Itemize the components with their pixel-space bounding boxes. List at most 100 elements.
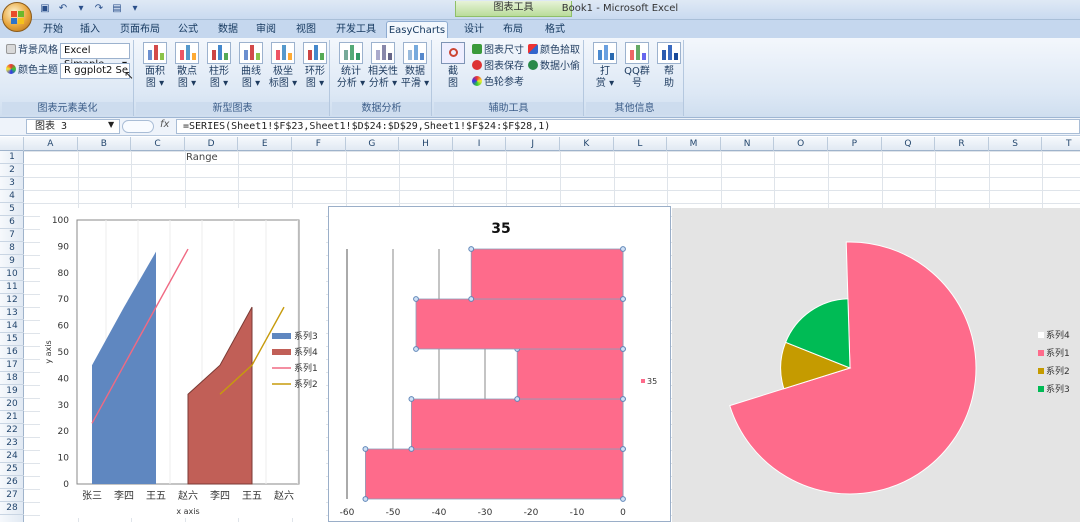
column-header[interactable]: G — [346, 137, 400, 151]
row-header[interactable]: 16 — [0, 346, 24, 359]
selection-handle[interactable] — [413, 296, 419, 302]
column-header[interactable]: I — [453, 137, 507, 151]
column-header[interactable]: N — [721, 137, 775, 151]
column-header[interactable]: F — [292, 137, 346, 151]
tab-7[interactable]: 开发工具 — [330, 21, 382, 38]
row-header[interactable]: 15 — [0, 333, 24, 346]
formula-bar-toggle[interactable] — [122, 120, 154, 133]
area-line-chart[interactable]: 0 10 20 30 40 50 60 70 80 90 100 张三 李四 王五 赵六 李四 王五 赵六 x ax… — [40, 208, 326, 518]
row-header[interactable]: 9 — [0, 255, 24, 268]
tab-3[interactable]: 公式 — [170, 21, 206, 38]
selection-handle[interactable] — [514, 396, 521, 402]
selection-handle[interactable] — [620, 446, 626, 452]
selection-handle[interactable] — [620, 496, 626, 502]
row-header[interactable]: 5 — [0, 203, 24, 216]
row-header[interactable]: 19 — [0, 385, 24, 398]
row-header[interactable]: 14 — [0, 320, 24, 333]
g5-button-0[interactable]: 打赏 ▾ — [590, 42, 620, 90]
name-box[interactable]: 图表 3 — [26, 119, 120, 134]
pie-slice-系列1[interactable] — [729, 241, 977, 495]
row-header[interactable]: 6 — [0, 216, 24, 229]
chart-size-button[interactable]: 图表尺寸 — [472, 44, 524, 58]
row-header[interactable]: 21 — [0, 411, 24, 424]
g5-button-1[interactable]: QQ群号 — [622, 42, 652, 90]
color-wheel-button[interactable]: 色轮参考 — [472, 76, 524, 90]
row-header[interactable]: 26 — [0, 476, 24, 489]
row-header[interactable]: 12 — [0, 294, 24, 307]
g2-button-5[interactable]: 环形图 ▾ — [300, 42, 330, 90]
selection-handle[interactable] — [468, 246, 475, 252]
column-header[interactable]: K — [560, 137, 614, 151]
selection-handle[interactable] — [620, 396, 626, 402]
row-header[interactable]: 1 — [0, 151, 24, 164]
row-header[interactable]: 2 — [0, 164, 24, 177]
g2-button-0[interactable]: 面积图 ▾ — [140, 42, 170, 90]
column-header[interactable]: Q — [882, 137, 936, 151]
row-header[interactable]: 28 — [0, 502, 24, 515]
row-header[interactable]: 23 — [0, 437, 24, 450]
color-theme-select[interactable]: R ggplot2 Se — [60, 63, 130, 79]
selection-handle[interactable] — [413, 346, 419, 352]
g2-button-3[interactable]: 曲线图 ▾ — [236, 42, 266, 90]
column-header[interactable]: C — [131, 137, 185, 151]
column-header[interactable]: L — [614, 137, 668, 151]
g3-button-0[interactable]: 统计 分析 ▾ — [336, 42, 366, 90]
tab-8[interactable]: EasyCharts — [386, 21, 448, 38]
bar[interactable] — [415, 298, 624, 350]
row-header[interactable]: 24 — [0, 450, 24, 463]
row-header[interactable]: 27 — [0, 489, 24, 502]
row-header[interactable]: 25 — [0, 463, 24, 476]
column-header[interactable]: O — [774, 137, 828, 151]
horizontal-bar-chart[interactable]: 35 -60 -50 -40 -30 -20 -10 0 35 — [328, 206, 671, 522]
row-header[interactable]: 10 — [0, 268, 24, 281]
variable-radius-pie-chart[interactable]: 系列4 系列1 系列2 系列3 — [672, 208, 1080, 522]
row-header[interactable]: 3 — [0, 177, 24, 190]
area-series-系列4[interactable] — [187, 306, 253, 485]
tab-4[interactable]: 数据 — [210, 21, 246, 38]
column-header[interactable]: M — [667, 137, 721, 151]
g2-button-2[interactable]: 柱形图 ▾ — [204, 42, 234, 90]
tab-9[interactable]: 设计 — [456, 21, 492, 38]
row-header[interactable]: 7 — [0, 229, 24, 242]
column-header[interactable]: J — [506, 137, 560, 151]
column-header[interactable]: S — [989, 137, 1043, 151]
column-header[interactable]: E — [238, 137, 292, 151]
column-header[interactable]: T — [1042, 137, 1080, 151]
g5-button-2[interactable]: 帮助 — [654, 42, 684, 90]
data-thief-button[interactable]: 数据小偷 — [528, 60, 580, 74]
selection-handle[interactable] — [362, 496, 369, 502]
tab-2[interactable]: 页面布局 — [112, 21, 168, 38]
select-all-corner[interactable] — [0, 137, 24, 151]
color-picker-button[interactable]: 颜色拾取 — [528, 44, 580, 58]
insert-function-icon[interactable]: fx — [160, 119, 169, 130]
column-header[interactable]: H — [399, 137, 453, 151]
column-header[interactable]: A — [24, 137, 78, 151]
tab-6[interactable]: 视图 — [286, 21, 326, 38]
bar[interactable] — [365, 448, 624, 500]
selection-handle[interactable] — [620, 296, 626, 302]
g3-button-2[interactable]: 数据 平滑 ▾ — [400, 42, 430, 90]
column-header[interactable]: B — [78, 137, 132, 151]
row-header[interactable]: 22 — [0, 424, 24, 437]
column-header[interactable]: R — [935, 137, 989, 151]
bar[interactable] — [470, 248, 624, 300]
tab-0[interactable]: 开始 — [38, 21, 68, 38]
row-header[interactable]: 8 — [0, 242, 24, 255]
name-box-dropdown-icon[interactable]: ▼ — [108, 120, 114, 129]
office-button[interactable] — [2, 2, 32, 32]
area-series-系列3[interactable] — [92, 251, 156, 484]
tab-1[interactable]: 插入 — [72, 21, 108, 38]
row-header[interactable]: 13 — [0, 307, 24, 320]
tab-5[interactable]: 审阅 — [250, 21, 282, 38]
row-header[interactable]: 20 — [0, 398, 24, 411]
g2-button-1[interactable]: 散点图 ▾ — [172, 42, 202, 90]
g2-button-4[interactable]: 极坐 标图 ▾ — [268, 42, 298, 90]
selection-handle[interactable] — [408, 446, 415, 452]
row-header[interactable]: 11 — [0, 281, 24, 294]
row-header[interactable]: 18 — [0, 372, 24, 385]
row-header[interactable]: 17 — [0, 359, 24, 372]
bg-style-select[interactable]: Excel Simaple▾ — [60, 43, 130, 70]
selection-handle[interactable] — [620, 246, 626, 252]
tab-10[interactable]: 布局 — [496, 21, 530, 38]
cell-d1[interactable]: Range — [186, 152, 218, 163]
